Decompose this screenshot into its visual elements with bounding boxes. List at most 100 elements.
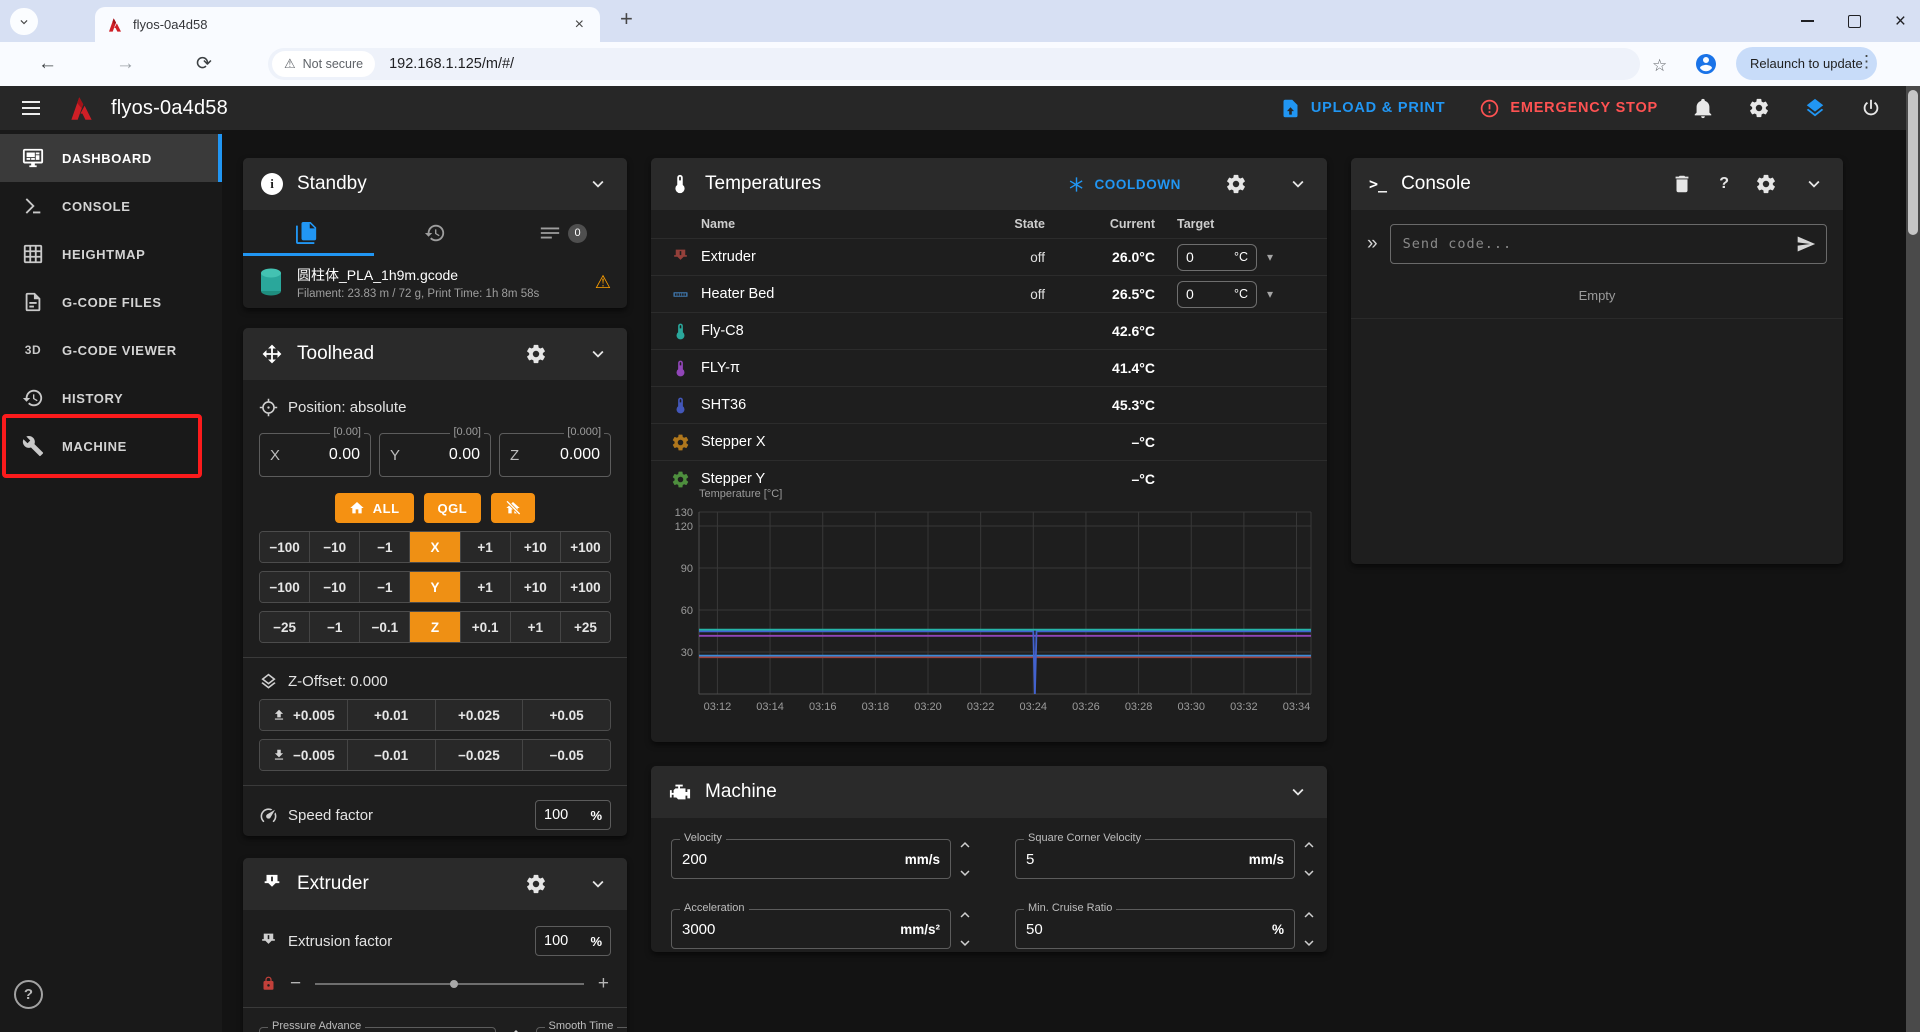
jog-button[interactable]: +100 [560, 532, 610, 562]
home-all-button[interactable]: ALL [335, 493, 414, 523]
min-cruise-ratio-field[interactable]: Min. Cruise Ratio % [1015, 909, 1295, 949]
increment-chevron-icon[interactable] [956, 906, 974, 924]
console-command-input[interactable] [1391, 236, 1826, 252]
z-offset-up-button[interactable]: +0.01 [347, 700, 435, 730]
target-dropdown-icon[interactable]: ▾ [1267, 250, 1273, 264]
speed-factor-field[interactable]: % [535, 800, 611, 830]
axis-z-chip[interactable]: Z [409, 612, 459, 642]
tab-job-queue[interactable]: 0 [499, 210, 627, 256]
sidebar-item-heightmap[interactable]: HEIGHTMAP [0, 230, 222, 278]
new-tab-button[interactable]: + [620, 6, 633, 32]
x-position-field[interactable]: [0.00] X 0.00 [259, 433, 371, 477]
relaunch-to-update-button[interactable]: Relaunch to update [1736, 47, 1877, 80]
velocity-input[interactable] [682, 851, 897, 868]
bookmark-star-icon[interactable]: ☆ [1652, 56, 1667, 76]
jog-button[interactable]: +1 [460, 532, 510, 562]
command-history-expand-icon[interactable]: » [1367, 233, 1378, 255]
window-minimize-button[interactable] [1801, 20, 1814, 22]
url-text[interactable]: 192.168.1.125/m/#/ [389, 56, 514, 72]
square-corner-velocity-input[interactable] [1026, 851, 1241, 868]
slider-increase-button[interactable]: + [598, 974, 609, 993]
slider-decrease-button[interactable]: − [290, 974, 301, 993]
sidebar-item-dashboard[interactable]: DASHBOARD [0, 134, 222, 182]
extruder-target-input[interactable] [1186, 249, 1216, 265]
gcode-file-row[interactable]: 圆柱体_PLA_1h9m.gcode Filament: 23.83 m / 7… [243, 256, 627, 308]
heater-bed-target-field[interactable]: °C [1177, 281, 1257, 308]
emergency-stop-button[interactable]: EMERGENCY STOP [1479, 98, 1658, 119]
jog-button[interactable]: −100 [260, 572, 309, 602]
tab-search-button[interactable] [10, 8, 38, 35]
sidebar-item-gcode-viewer[interactable]: 3D G-CODE VIEWER [0, 326, 222, 374]
jog-button[interactable]: −100 [260, 532, 309, 562]
collapse-chevron-icon[interactable] [1287, 173, 1309, 195]
heater-bed-target-input[interactable] [1186, 286, 1216, 302]
collapse-chevron-icon[interactable] [587, 873, 609, 895]
z-offset-up-button[interactable]: +0.05 [522, 700, 610, 730]
profile-avatar[interactable] [1694, 52, 1718, 76]
axis-x-chip[interactable]: X [409, 532, 459, 562]
z-offset-up-button[interactable]: +0.005 [260, 700, 347, 730]
extrusion-factor-field[interactable]: % [535, 926, 611, 956]
collapse-chevron-icon[interactable] [1803, 173, 1825, 195]
jog-button[interactable]: −10 [309, 532, 359, 562]
console-settings-gear-icon[interactable] [1755, 173, 1777, 195]
forward-button[interactable]: → [116, 53, 135, 75]
sidebar-item-console[interactable]: CONSOLE [0, 182, 222, 230]
browser-menu-icon[interactable]: ⋮ [1858, 52, 1875, 72]
jog-button[interactable]: +25 [560, 612, 610, 642]
settings-gear-icon[interactable] [1748, 97, 1770, 119]
window-maximize-button[interactable] [1848, 15, 1861, 28]
jog-button[interactable]: −1 [309, 612, 359, 642]
clear-console-trash-icon[interactable] [1671, 173, 1693, 195]
extruder-target-field[interactable]: °C [1177, 244, 1257, 271]
extrusion-factor-input[interactable] [544, 933, 582, 949]
increment-chevron-icon[interactable] [1300, 836, 1318, 854]
min-cruise-ratio-input[interactable] [1026, 921, 1264, 938]
decrement-chevron-icon[interactable] [1300, 934, 1318, 952]
jog-button[interactable]: −1 [359, 532, 409, 562]
y-position-field[interactable]: [0.00] Y 0.00 [379, 433, 491, 477]
motors-off-button[interactable] [491, 493, 535, 523]
console-help-icon[interactable]: ? [1719, 175, 1729, 193]
collapse-chevron-icon[interactable] [1287, 781, 1309, 803]
extruder-settings-gear-icon[interactable] [525, 873, 547, 895]
cooldown-button[interactable]: COOLDOWN [1068, 176, 1181, 193]
z-offset-down-button[interactable]: −0.025 [435, 740, 523, 770]
power-icon[interactable] [1860, 97, 1882, 119]
sidebar-item-history[interactable]: HISTORY [0, 374, 222, 422]
z-offset-up-button[interactable]: +0.025 [435, 700, 523, 730]
collapse-chevron-icon[interactable] [587, 343, 609, 365]
temperatures-settings-gear-icon[interactable] [1225, 173, 1247, 195]
z-offset-down-button[interactable]: −0.01 [347, 740, 435, 770]
square-corner-velocity-field[interactable]: Square Corner Velocity mm/s [1015, 839, 1295, 879]
z-position-field[interactable]: [0.000] Z 0.000 [499, 433, 611, 477]
jog-button[interactable]: +10 [510, 572, 560, 602]
hamburger-menu-icon[interactable] [22, 101, 40, 115]
lock-icon[interactable] [261, 976, 276, 991]
jog-button[interactable]: −25 [260, 612, 309, 642]
scrollbar-thumb[interactable] [1908, 90, 1918, 235]
decrement-chevron-icon[interactable] [1300, 864, 1318, 882]
window-close-button[interactable]: × [1895, 12, 1906, 31]
tab-files[interactable] [243, 210, 371, 256]
z-offset-down-button[interactable]: −0.05 [522, 740, 610, 770]
reload-button[interactable]: ⟳ [196, 53, 212, 76]
extrusion-factor-slider[interactable] [315, 983, 584, 985]
jog-button[interactable]: −1 [359, 572, 409, 602]
help-button[interactable]: ? [14, 980, 43, 1009]
address-bar[interactable]: ⚠ Not secure 192.168.1.125/m/#/ [268, 48, 1640, 80]
tab-reprint-history[interactable] [371, 210, 499, 256]
jog-button[interactable]: +1 [510, 612, 560, 642]
speed-factor-input[interactable] [544, 807, 582, 823]
increment-chevron-icon[interactable] [956, 836, 974, 854]
page-scrollbar[interactable] [1906, 86, 1920, 1032]
acceleration-field[interactable]: Acceleration mm/s² [671, 909, 951, 949]
tab-close-icon[interactable]: × [571, 16, 588, 34]
slider-thumb[interactable] [450, 980, 458, 988]
collapse-chevron-icon[interactable] [587, 173, 609, 195]
jog-button[interactable]: +10 [510, 532, 560, 562]
smooth-time-field[interactable]: Smooth Time s [536, 1027, 627, 1032]
sidebar-item-gcode-files[interactable]: G-CODE FILES [0, 278, 222, 326]
increment-chevron-icon[interactable] [1300, 906, 1318, 924]
back-button[interactable]: ← [38, 53, 57, 75]
